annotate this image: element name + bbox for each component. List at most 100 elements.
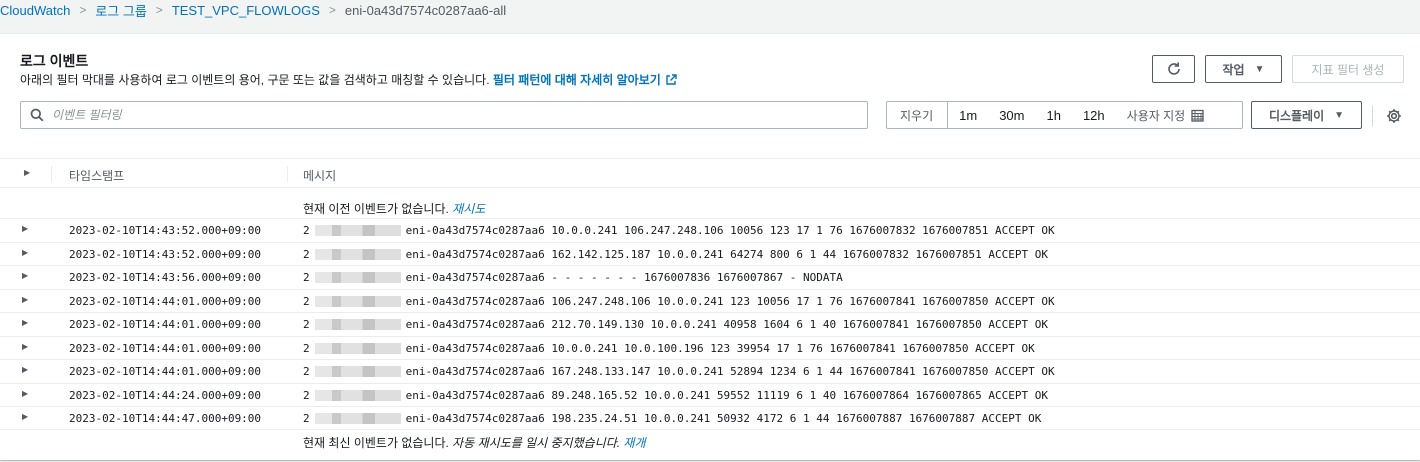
row-timestamp: 2023-02-10T14:44:47.000+09:00 [69, 412, 262, 425]
row-message: 2 eni-0a43d7574c0287aa6 10.0.0.241 10.0.1… [303, 342, 1035, 355]
table-row[interactable]: ▶ 2023-02-10T14:43:52.000+09:00 2 eni-0a43d… [0, 218, 1420, 242]
clear-range-button[interactable]: 지우기 [887, 102, 949, 128]
range-custom[interactable]: 사용자 지정 [1116, 102, 1216, 128]
row-message: 2 eni-0a43d7574c0287aa6 167.248.133.147 1… [303, 365, 1055, 378]
display-label: 디스플레이 [1268, 108, 1325, 123]
table-header: ▶ 타임스탬프 메시지 [0, 158, 1420, 188]
expand-row-icon[interactable]: ▶ [22, 389, 28, 398]
row-message-prefix: 2 [303, 294, 310, 308]
row-message: 2 eni-0a43d7574c0287aa6 89.248.165.52 10.… [303, 389, 1048, 402]
breadcrumb-current: eni-0a43d7574c0287aa6-all [344, 2, 507, 18]
redacted-account-id [314, 272, 401, 283]
learn-more-label: 필터 패턴에 대해 자세히 알아보기 [492, 73, 661, 87]
column-divider [287, 166, 288, 182]
table-row[interactable]: ▶ 2023-02-10T14:44:47.000+09:00 2 eni-0a43d… [0, 406, 1420, 430]
gear-icon[interactable] [1386, 108, 1402, 124]
row-timestamp: 2023-02-10T14:44:01.000+09:00 [69, 365, 262, 378]
redacted-account-id [314, 319, 401, 330]
expand-row-icon[interactable]: ▶ [22, 318, 28, 327]
expand-row-icon[interactable]: ▶ [22, 271, 28, 280]
search-icon [30, 108, 44, 122]
breadcrumb-log-groups[interactable]: 로그 그룹 [95, 1, 146, 20]
table-row[interactable]: ▶ 2023-02-10T14:43:52.000+09:00 2 eni-0a43d… [0, 241, 1420, 266]
row-message-text: eni-0a43d7574c0287aa6 198.235.24.51 10.0… [405, 412, 1042, 425]
range-30m[interactable]: 30m [988, 102, 1035, 128]
column-timestamp[interactable]: 타임스탬프 [69, 167, 124, 184]
row-message-text: eni-0a43d7574c0287aa6 89.248.165.52 10.0… [405, 388, 1049, 402]
expand-row-icon[interactable]: ▶ [22, 224, 28, 233]
table-row[interactable]: ▶ 2023-02-10T14:43:56.000+09:00 2 eni-0a43d… [0, 265, 1420, 289]
row-timestamp: 2023-02-10T14:43:52.000+09:00 [69, 247, 262, 261]
expand-all-icon[interactable]: ▶ [24, 168, 30, 177]
top-notice: 현재 이전 이벤트가 없습니다. 재시도 [303, 200, 485, 217]
log-event-list: ▶ 2023-02-10T14:43:52.000+09:00 2 eni-0a43d… [0, 218, 1420, 430]
range-custom-label: 사용자 지정 [1126, 108, 1186, 123]
row-message-text: eni-0a43d7574c0287aa6 10.0.0.241 106.247… [405, 224, 1055, 237]
retry-link[interactable]: 재시도 [452, 202, 485, 216]
row-message-prefix: 2 [303, 271, 310, 284]
row-timestamp: 2023-02-10T14:43:52.000+09:00 [69, 224, 262, 237]
log-events-panel: 로그 이벤트 아래의 필터 막대를 사용하여 로그 이벤트의 용어, 구문 또는… [0, 33, 1420, 460]
row-message-text: eni-0a43d7574c0287aa6 162.142.125.187 10… [405, 247, 1049, 261]
row-message-prefix: 2 [303, 247, 310, 261]
redacted-account-id [314, 389, 401, 401]
bottom-notice-row: 현재 최신 이벤트가 없습니다. 자동 재시도를 일시 중지했습니다. 재개 [0, 429, 1420, 452]
create-metric-filter-button[interactable]: 지표 필터 생성 [1292, 55, 1404, 83]
row-message-prefix: 2 [303, 412, 310, 425]
table-row[interactable]: ▶ 2023-02-10T14:44:24.000+09:00 2 eni-0a43d… [0, 382, 1420, 407]
row-message: 2 eni-0a43d7574c0287aa6 106.247.248.106 1… [303, 295, 1055, 308]
bottom-notice-text: 현재 최신 이벤트가 없습니다. [303, 436, 449, 450]
table-row[interactable]: ▶ 2023-02-10T14:44:01.000+09:00 2 eni-0a43d… [0, 312, 1420, 336]
range-12h[interactable]: 12h [1072, 102, 1116, 128]
resume-link[interactable]: 재개 [623, 436, 645, 450]
row-message-prefix: 2 [303, 388, 310, 402]
row-message: 2 eni-0a43d7574c0287aa6 10.0.0.241 106.24… [303, 224, 1055, 237]
description-text: 아래의 필터 막대를 사용하여 로그 이벤트의 용어, 구문 또는 값을 검색하… [20, 73, 490, 87]
toolbar-divider [1372, 106, 1373, 126]
row-message: 2 eni-0a43d7574c0287aa6 198.235.24.51 10.… [303, 412, 1041, 425]
row-message-prefix: 2 [303, 318, 310, 331]
display-dropdown[interactable]: 디스플레이 ▼ [1251, 101, 1362, 129]
redacted-account-id [314, 295, 401, 307]
chevron-right-icon: > [328, 3, 336, 17]
column-divider [51, 166, 52, 182]
caret-down-icon: ▼ [1334, 109, 1345, 121]
actions-dropdown[interactable]: 작업 ▼ [1205, 55, 1282, 83]
breadcrumb-log-group[interactable]: TEST_VPC_FLOWLOGS [172, 3, 320, 18]
table-row[interactable]: ▶ 2023-02-10T14:44:01.000+09:00 2 eni-0a43d… [0, 288, 1420, 313]
chevron-right-icon: > [79, 3, 87, 17]
row-timestamp: 2023-02-10T14:44:24.000+09:00 [69, 388, 262, 402]
row-timestamp: 2023-02-10T14:44:01.000+09:00 [69, 294, 262, 308]
range-1m[interactable]: 1m [948, 102, 988, 128]
row-message-prefix: 2 [303, 365, 310, 378]
row-timestamp: 2023-02-10T14:44:01.000+09:00 [69, 318, 262, 331]
chevron-right-icon: > [155, 3, 163, 17]
page-title: 로그 이벤트 [20, 53, 89, 69]
row-timestamp: 2023-02-10T14:44:01.000+09:00 [69, 341, 262, 355]
expand-row-icon[interactable]: ▶ [22, 248, 28, 257]
redacted-account-id [314, 248, 401, 260]
table-row[interactable]: ▶ 2023-02-10T14:44:01.000+09:00 2 eni-0a43d… [0, 359, 1420, 383]
expand-row-icon[interactable]: ▶ [22, 295, 28, 304]
breadcrumb-cloudwatch[interactable]: CloudWatch [0, 3, 70, 18]
range-1h[interactable]: 1h [1035, 102, 1071, 128]
expand-row-icon[interactable]: ▶ [22, 365, 28, 374]
refresh-button[interactable] [1152, 55, 1195, 83]
learn-more-link[interactable]: 필터 패턴에 대해 자세히 알아보기 [493, 73, 677, 87]
table-row[interactable]: ▶ 2023-02-10T14:44:01.000+09:00 2 eni-0a43d… [0, 335, 1420, 360]
expand-row-icon[interactable]: ▶ [22, 342, 28, 351]
row-message: 2 eni-0a43d7574c0287aa6 - - - - - - - 167… [303, 271, 843, 284]
expand-row-icon[interactable]: ▶ [22, 412, 28, 421]
bottom-notice: 현재 최신 이벤트가 없습니다. 자동 재시도를 일시 중지했습니다. 재개 [303, 434, 646, 451]
redacted-account-id [314, 342, 401, 354]
row-timestamp: 2023-02-10T14:43:56.000+09:00 [69, 271, 262, 284]
event-filter-input[interactable] [52, 108, 832, 122]
row-message-prefix: 2 [303, 341, 310, 355]
column-message[interactable]: 메시지 [303, 167, 336, 184]
bottom-notice-paused: 자동 재시도를 일시 중지했습니다. [452, 436, 621, 450]
row-message-text: eni-0a43d7574c0287aa6 167.248.133.147 10… [405, 365, 1055, 378]
external-link-icon [666, 74, 677, 85]
refresh-icon [1167, 62, 1180, 75]
breadcrumb: CloudWatch > 로그 그룹 > TEST_VPC_FLOWLOGS >… [0, 0, 1420, 20]
top-notice-text: 현재 이전 이벤트가 없습니다. [303, 202, 449, 216]
